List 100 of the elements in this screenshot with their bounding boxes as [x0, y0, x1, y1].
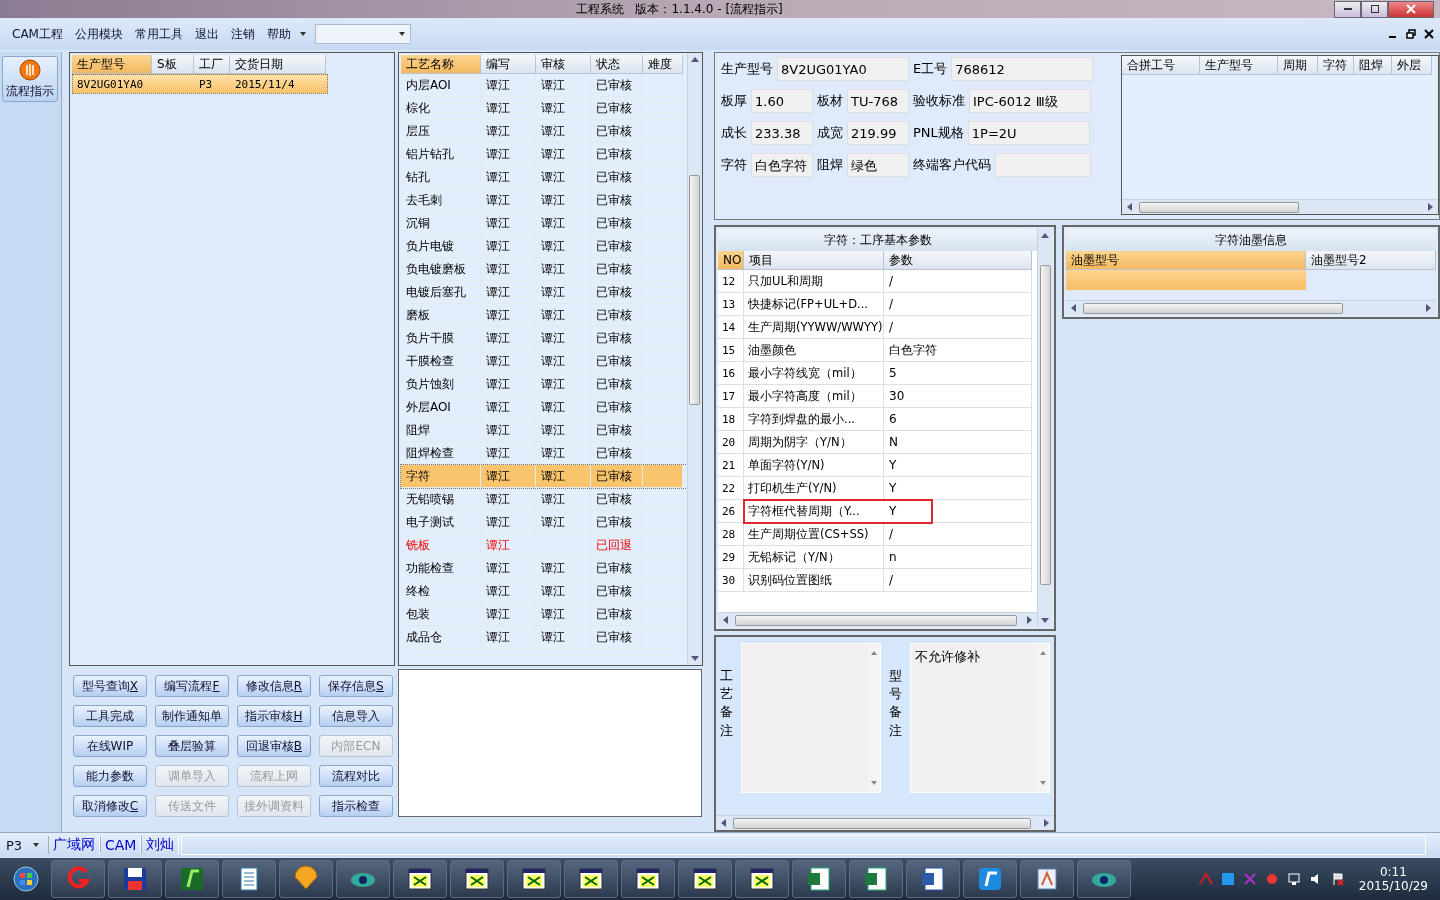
arrow-up-icon[interactable] [1039, 650, 1047, 656]
taskbar-button[interactable] [678, 860, 732, 898]
input-field[interactable]: 1.60 [751, 89, 813, 113]
menu-item[interactable]: 帮助 [260, 25, 297, 43]
arrow-down-icon[interactable] [1040, 617, 1050, 625]
action-button[interactable]: 信息导入 [318, 705, 393, 727]
process-row[interactable]: 电子测试 谭江 谭江 已审核 [400, 511, 687, 534]
column-header[interactable]: 参数 [884, 251, 1032, 270]
taskbar-button[interactable] [963, 860, 1017, 898]
process-row[interactable]: 阻焊 谭江 谭江 已审核 [400, 419, 687, 442]
process-row[interactable]: 成品仓 谭江 谭江 已审核 [400, 626, 687, 649]
scrollbar[interactable] [716, 815, 1054, 830]
taskbar-button[interactable] [393, 860, 447, 898]
process-row[interactable]: 功能检查 谭江 谭江 已审核 [400, 557, 687, 580]
column-header[interactable]: 外层 [1391, 56, 1432, 75]
action-button[interactable]: 在线WIP [72, 735, 147, 757]
column-header[interactable]: 油墨型号2 [1306, 251, 1436, 270]
menu-item[interactable]: 常用工具 [128, 25, 189, 43]
column-header[interactable]: 生产型号 [71, 55, 152, 74]
action-button[interactable]: 修改信息R [236, 675, 311, 697]
dropdown-field[interactable] [314, 24, 411, 44]
input-field[interactable]: 白色字符 [751, 153, 813, 177]
arrow-up-icon[interactable] [689, 55, 700, 63]
menu-item[interactable]: 退出 [188, 25, 225, 43]
column-header[interactable]: 工厂 [193, 55, 230, 74]
column-header[interactable]: 工艺名称 [400, 55, 481, 74]
process-row[interactable]: 磨板 谭江 谭江 已审核 [400, 304, 687, 327]
process-row[interactable]: 钻孔 谭江 谭江 已审核 [400, 166, 687, 189]
minimize-button[interactable] [1334, 0, 1361, 18]
arrow-up-icon[interactable] [1040, 231, 1050, 239]
process-row[interactable]: 外层AOI 谭江 谭江 已审核 [400, 396, 687, 419]
arrow-right-icon[interactable] [1425, 303, 1433, 313]
process-row[interactable]: 负片电镀 谭江 谭江 已审核 [400, 235, 687, 258]
column-header[interactable]: 状态 [590, 55, 643, 74]
menu-item[interactable]: 公用模块 [68, 25, 129, 43]
taskbar-button[interactable] [222, 860, 276, 898]
menu-item[interactable]: CAM工程 [6, 25, 69, 43]
action-button[interactable]: 流程对比 [318, 765, 393, 787]
clock-date[interactable]: 2015/10/29 [1358, 879, 1428, 893]
process-row[interactable]: 内层AOI 谭江 谭江 已审核 [400, 74, 687, 97]
caret-icon[interactable] [298, 31, 307, 37]
process-row[interactable]: 铝片钻孔 谭江 谭江 已审核 [400, 143, 687, 166]
process-row[interactable]: 负片蚀刻 谭江 谭江 已审核 [400, 373, 687, 396]
input-field[interactable]: IPC-6012 Ⅲ级 [969, 89, 1091, 113]
action-button[interactable]: 制作通知单 [154, 705, 229, 727]
arrow-right-icon[interactable] [1043, 818, 1051, 828]
tray-icon[interactable] [1264, 872, 1279, 886]
arrow-left-icon[interactable] [719, 818, 727, 828]
action-button[interactable]: 编写流程F [154, 675, 229, 697]
input-field[interactable]: 768612 [951, 57, 1094, 81]
process-row[interactable]: 干膜检查 谭江 谭江 已审核 [400, 350, 687, 373]
action-button[interactable]: 指示审核H [236, 705, 311, 727]
flag-icon[interactable] [1330, 872, 1345, 886]
column-header[interactable]: 字符 [1317, 56, 1354, 75]
action-button[interactable]: 型号查询X [72, 675, 147, 697]
input-field[interactable]: 1P=2U [967, 121, 1090, 145]
arrow-down-icon[interactable] [689, 655, 700, 663]
process-row[interactable]: 包装 谭江 谭江 已审核 [400, 603, 687, 626]
nav-button[interactable]: 流程指示 [2, 56, 59, 102]
process-row[interactable]: 负片干膜 谭江 谭江 已审核 [400, 327, 687, 350]
column-header[interactable]: 交货日期 [229, 55, 326, 74]
column-header[interactable]: 难度 [642, 55, 683, 74]
close-button[interactable] [1388, 0, 1434, 18]
network-icon[interactable] [1286, 872, 1301, 886]
taskbar-button[interactable] [165, 860, 219, 898]
arrow-left-icon[interactable] [1069, 303, 1077, 313]
action-button[interactable]: 回退审核B [236, 735, 311, 757]
menu-item[interactable]: 注销 [224, 25, 261, 43]
process-row[interactable]: 无铅喷锡 谭江 谭江 已审核 [400, 488, 687, 511]
taskbar-button[interactable] [450, 860, 504, 898]
process-row[interactable]: 负电镀磨板 谭江 谭江 已审核 [400, 258, 687, 281]
column-header[interactable]: 周期 [1277, 56, 1318, 75]
process-row[interactable]: 字符 谭江 谭江 已审核 [400, 465, 687, 488]
action-button[interactable]: 保存信息S [318, 675, 393, 697]
action-button[interactable]: 指示检查 [318, 795, 393, 817]
input-field[interactable] [995, 153, 1091, 177]
maximize-button[interactable] [1361, 0, 1388, 18]
arrow-right-icon[interactable] [1026, 615, 1034, 625]
action-button[interactable]: 能力参数 [72, 765, 147, 787]
clock-time[interactable]: 0:11 [1379, 865, 1407, 879]
taskbar-button[interactable] [906, 860, 960, 898]
process-row[interactable]: 层压 谭江 谭江 已审核 [400, 120, 687, 143]
arrow-down-icon[interactable] [1039, 780, 1047, 786]
scrollbar[interactable] [1066, 300, 1436, 315]
taskbar-button[interactable] [1020, 860, 1074, 898]
column-header[interactable]: 编写 [480, 55, 536, 74]
taskbar-button[interactable] [735, 860, 789, 898]
column-header[interactable]: NO [718, 251, 744, 270]
scrollbar[interactable] [718, 612, 1037, 627]
taskbar-button[interactable] [564, 860, 618, 898]
process-row[interactable]: 铣板 谭江 已回退 [400, 534, 687, 557]
scrollbar[interactable] [1121, 199, 1438, 214]
column-header[interactable]: S板 [151, 55, 194, 74]
scrollbar[interactable] [686, 53, 702, 665]
taskbar-button[interactable] [108, 860, 162, 898]
action-button[interactable]: 取消修改C [72, 795, 147, 817]
text-area[interactable]: 不允许修补 [910, 643, 1050, 793]
restore-icon[interactable] [1406, 29, 1416, 39]
tray-icon[interactable] [1220, 872, 1235, 886]
taskbar-button[interactable] [849, 860, 903, 898]
